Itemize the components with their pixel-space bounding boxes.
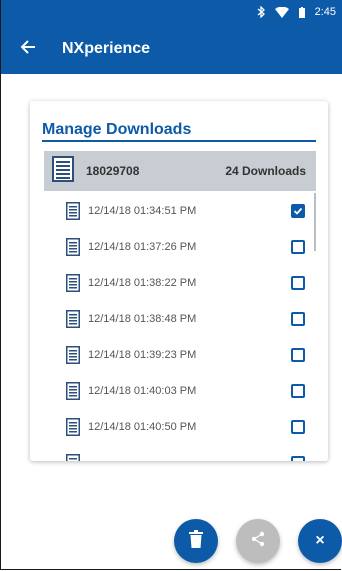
bluetooth-icon <box>257 6 265 18</box>
battery-icon <box>298 6 305 18</box>
document-icon <box>66 454 80 461</box>
status-bar: 2:45 <box>0 0 342 24</box>
document-icon <box>66 238 80 261</box>
group-download-count: 24 Downloads <box>225 164 306 178</box>
status-time: 2:45 <box>314 6 336 18</box>
download-timestamp: 12/14/18 01:38:48 PM <box>88 313 197 325</box>
checkbox[interactable] <box>291 420 305 434</box>
checkbox[interactable] <box>291 384 305 398</box>
checkbox[interactable] <box>291 240 305 254</box>
download-timestamp: 12/14/18 01:38:22 PM <box>88 277 197 289</box>
document-icon <box>66 202 80 225</box>
download-row[interactable]: 12/14/18 01:34:51 PM <box>44 193 316 229</box>
manage-downloads-card: Manage Downloads 18029708 24 Downloads 1… <box>30 101 328 461</box>
checkbox[interactable] <box>291 276 305 290</box>
share-button[interactable] <box>236 519 280 563</box>
download-row[interactable] <box>44 445 316 461</box>
document-icon <box>66 274 80 297</box>
download-row[interactable]: 12/14/18 01:39:23 PM <box>44 337 316 373</box>
download-timestamp: 12/14/18 01:37:26 PM <box>88 241 197 253</box>
download-row[interactable]: 12/14/18 01:38:48 PM <box>44 301 316 337</box>
document-icon <box>66 418 80 441</box>
checkbox[interactable] <box>291 348 305 362</box>
downloads-list[interactable]: 12/14/18 01:34:51 PM 12/14/18 01:37:26 PM… <box>44 193 316 461</box>
group-name: 18029708 <box>86 164 140 178</box>
download-timestamp: 12/14/18 01:40:50 PM <box>88 421 197 433</box>
download-timestamp: 12/14/18 01:39:23 PM <box>88 349 197 361</box>
document-icon <box>52 155 74 187</box>
document-icon <box>66 346 80 369</box>
download-row[interactable]: 12/14/18 01:38:22 PM <box>44 265 316 301</box>
wifi-icon <box>274 6 289 18</box>
checkbox[interactable] <box>291 456 305 461</box>
download-row[interactable]: 12/14/18 01:40:03 PM <box>44 373 316 409</box>
app-title: NXperience <box>62 40 151 57</box>
checkbox[interactable] <box>291 312 305 326</box>
trash-icon <box>189 529 203 553</box>
title-underline <box>42 140 316 142</box>
close-button[interactable]: × <box>298 519 342 563</box>
download-timestamp: 12/14/18 01:34:51 PM <box>88 205 197 217</box>
share-icon <box>250 531 266 552</box>
document-icon <box>66 382 80 405</box>
app-bar: NXperience <box>0 24 342 74</box>
download-row[interactable]: 12/14/18 01:37:26 PM <box>44 229 316 265</box>
card-title: Manage Downloads <box>42 121 192 138</box>
checkbox-checked[interactable] <box>291 204 305 218</box>
delete-button[interactable] <box>174 519 218 563</box>
close-icon: × <box>315 532 325 549</box>
download-row[interactable]: 12/14/18 01:40:50 PM <box>44 409 316 445</box>
download-group-row[interactable]: 18029708 24 Downloads <box>44 151 316 191</box>
back-button[interactable] <box>6 27 50 71</box>
document-icon <box>66 310 80 333</box>
arrow-left-icon <box>20 39 36 60</box>
download-timestamp: 12/14/18 01:40:03 PM <box>88 385 197 397</box>
